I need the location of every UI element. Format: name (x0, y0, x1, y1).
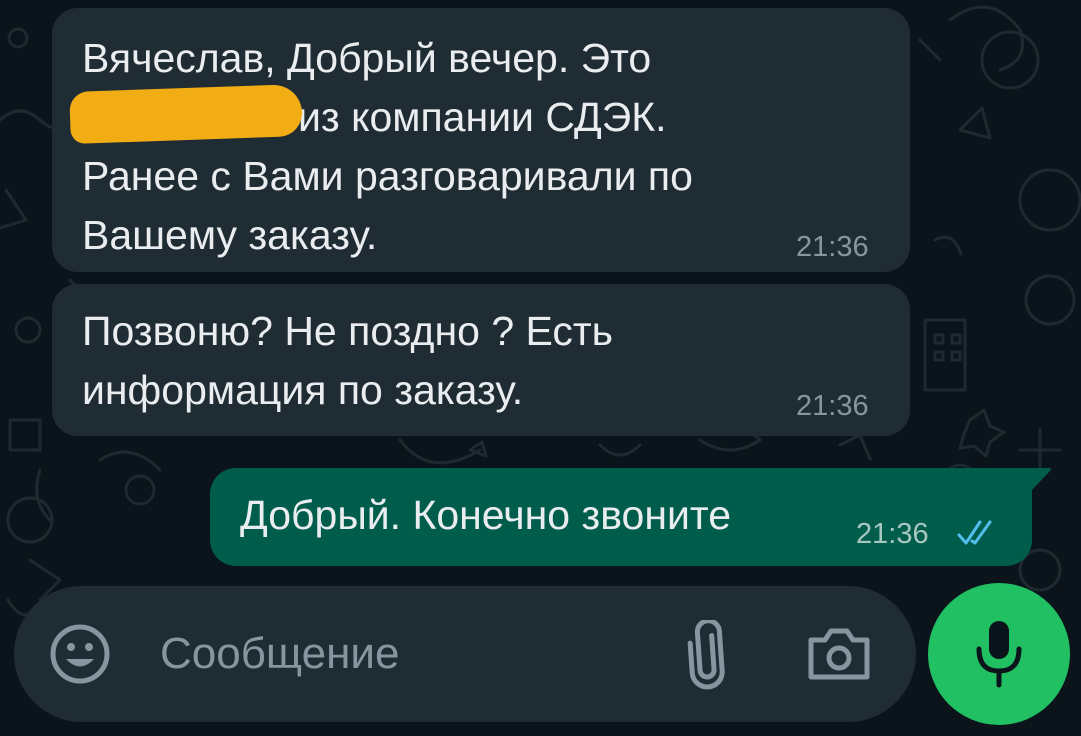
message-text-line: Позвоню? Не поздно ? Есть (82, 308, 614, 354)
message-bubble-incoming[interactable]: Позвоню? Не поздно ? Есть информация по … (52, 284, 910, 436)
message-text-line: Вячеслав, Добрый вечер. Это (82, 35, 652, 81)
message-timestamp: 21:36 (796, 390, 869, 422)
chat-screen: Вячеслав, Добрый вечер. Это из компании … (0, 0, 1081, 736)
camera-icon[interactable] (806, 626, 872, 682)
redaction-mark (69, 83, 303, 145)
message-text-line: Вашему заказу. (82, 212, 378, 258)
microphone-icon (976, 621, 1022, 688)
voice-message-button[interactable] (928, 583, 1070, 725)
emoji-icon[interactable] (48, 622, 112, 686)
message-text-line: Добрый. Конечно звоните (240, 492, 732, 538)
message-text-line: информация по заказу. (82, 367, 524, 413)
message-composer: Сообщение (14, 586, 916, 722)
message-timestamp: 21:36 (796, 231, 869, 263)
message-bubble-outgoing[interactable]: Добрый. Конечно звоните 21:36 (210, 468, 1032, 566)
message-input[interactable]: Сообщение (160, 624, 399, 684)
message-text-line: из компании СДЭК. (298, 94, 667, 140)
double-check-icon (957, 520, 992, 545)
message-text-line: Ранее с Вами разговаривали по (82, 153, 693, 199)
message-timestamp: 21:36 (856, 518, 929, 550)
paperclip-icon[interactable] (686, 620, 726, 690)
bubble-tail (1030, 468, 1051, 492)
